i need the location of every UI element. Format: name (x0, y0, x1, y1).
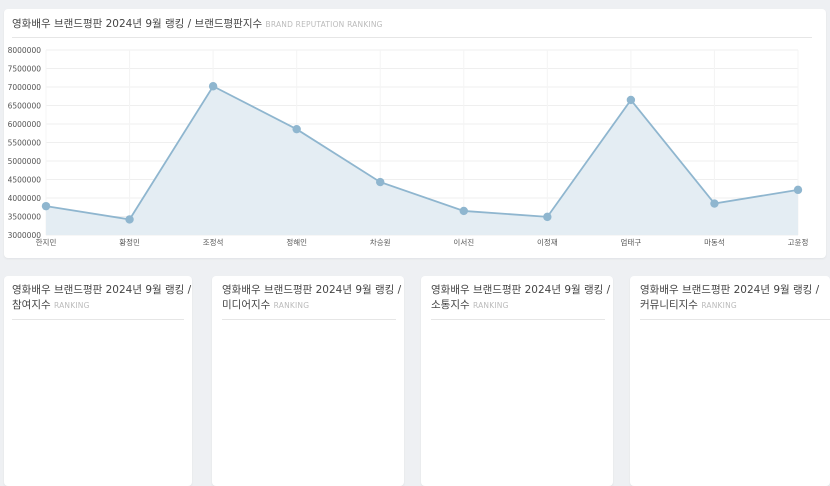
data-point (292, 124, 301, 134)
communication-title-line2: 소통지수 (431, 299, 470, 311)
community-divider (640, 319, 830, 320)
data-point (459, 206, 468, 216)
y-tick-label: 3500000 (8, 213, 42, 222)
y-tick-label: 6000000 (8, 120, 42, 129)
community-chart-panel: 영화배우 브랜드평판 2024년 9월 랭킹 / 커뮤니티지수 RANKING (630, 276, 830, 486)
data-point (543, 212, 552, 222)
x-tick-label: 조정석 (203, 237, 224, 247)
x-tick-label: 이정재 (537, 237, 558, 247)
data-point (41, 201, 51, 211)
data-point (710, 199, 719, 208)
data-point (793, 185, 803, 195)
y-tick-label: 5000000 (8, 157, 42, 166)
communication-chart-title: 영화배우 브랜드평판 2024년 9월 랭킹 / 소통지수 RANKING (431, 283, 611, 313)
x-tick-label: 황정민 (119, 237, 140, 247)
media-divider (222, 319, 396, 320)
data-point (376, 177, 385, 187)
participation-divider (12, 319, 184, 320)
x-tick-label: 차승원 (370, 238, 391, 247)
x-tick-label: 고윤정 (788, 237, 809, 247)
media-title-line2: 미디어지수 (222, 299, 271, 311)
community-subtitle: RANKING (701, 301, 737, 310)
data-point (208, 82, 218, 91)
participation-subtitle: RANKING (53, 301, 90, 310)
y-tick-label: 5500000 (8, 139, 42, 148)
data-point (626, 95, 636, 105)
participation-chart-panel: 영화배우 브랜드평판 2024년 9월 랭킹 / 참여지수 RANKING (4, 276, 192, 486)
x-tick-label: 한지민 (36, 237, 57, 247)
x-tick-label: 이서진 (453, 237, 474, 247)
x-tick-label: 엄태구 (621, 238, 642, 247)
communication-divider (431, 319, 605, 320)
media-chart-title: 영화배우 브랜드평판 2024년 9월 랭킹 / 미디어지수 RANKING (222, 283, 402, 313)
y-tick-label: 6500000 (8, 102, 42, 111)
top-chart-plot: 3000000350000040000004500000500000055000… (8, 46, 809, 247)
communication-chart-panel: 영화배우 브랜드평판 2024년 9월 랭킹 / 소통지수 RANKING (421, 276, 613, 486)
participation-chart-title: 영화배우 브랜드평판 2024년 9월 랭킹 / 참여지수 RANKING (12, 283, 192, 313)
community-title-line1: 영화배우 브랜드평판 2024년 9월 랭킹 / (640, 284, 820, 296)
participation-title-line1: 영화배우 브랜드평판 2024년 9월 랭킹 / (12, 284, 192, 296)
media-subtitle: RANKING (273, 301, 310, 310)
communication-subtitle: RANKING (472, 301, 509, 310)
x-tick-label: 정해인 (286, 237, 307, 247)
y-tick-label: 7500000 (8, 65, 42, 74)
participation-title-line2: 참여지수 (12, 299, 51, 311)
y-tick-label: 4000000 (8, 194, 42, 203)
media-chart-panel: 영화배우 브랜드평판 2024년 9월 랭킹 / 미디어지수 RANKING (212, 276, 404, 486)
communication-title-line1: 영화배우 브랜드평판 2024년 9월 랭킹 / (431, 284, 611, 296)
community-chart-title: 영화배우 브랜드평판 2024년 9월 랭킹 / 커뮤니티지수 RANKING (640, 283, 826, 313)
y-tick-label: 4500000 (8, 176, 42, 185)
y-tick-label: 7000000 (8, 83, 42, 92)
media-title-line1: 영화배우 브랜드평판 2024년 9월 랭킹 / (222, 284, 402, 296)
community-title-line2: 커뮤니티지수 (640, 299, 698, 311)
x-tick-label: 마동석 (704, 237, 725, 247)
y-tick-label: 8000000 (8, 46, 42, 55)
data-point (125, 215, 134, 224)
